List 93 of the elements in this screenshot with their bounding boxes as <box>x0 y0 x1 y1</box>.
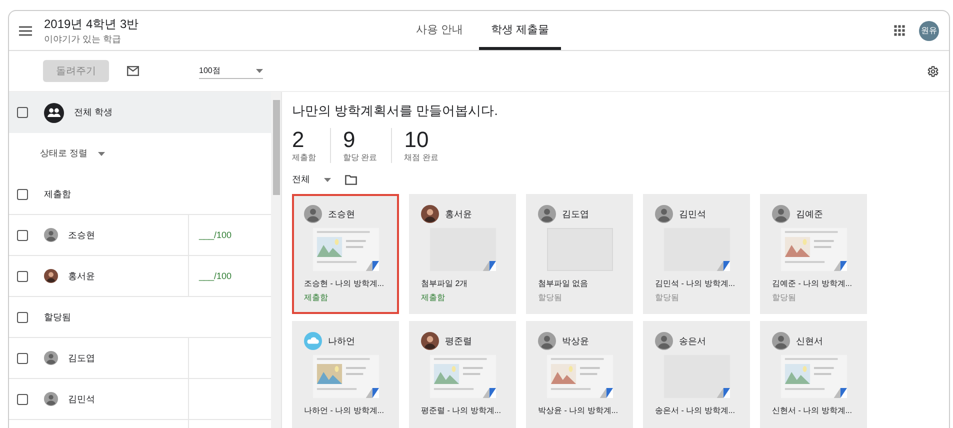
student-name: 조승현 <box>328 208 355 220</box>
apps-icon[interactable] <box>894 25 905 36</box>
avatar-icon <box>655 205 673 223</box>
submission-card[interactable]: 김예준 김예준 - 나의 방학계... 할당됨 <box>760 194 867 314</box>
submission-card[interactable]: 홍서윤 첨부파일 2개 제출함 <box>409 194 516 314</box>
student-name: 김예준 <box>796 208 823 220</box>
file-thumbnail <box>664 228 730 271</box>
caret-icon[interactable] <box>324 178 331 182</box>
avatar-icon <box>772 332 790 350</box>
folder-icon[interactable] <box>345 174 357 184</box>
caret-icon[interactable] <box>98 152 105 156</box>
submission-card[interactable]: 평준렬 평준렬 - 나의 방학계... <box>409 321 516 428</box>
checkbox[interactable] <box>17 107 28 118</box>
submission-card[interactable]: 송은서 송은서 - 나의 방학계... <box>643 321 750 428</box>
stat-value: 10 <box>404 128 430 152</box>
student-name: 조승현 <box>68 228 96 242</box>
class-name: 2019년 4학년 3반 <box>44 16 140 32</box>
attachment-caption: 박상윤 - 나의 방학계... <box>538 405 619 416</box>
status-label: 제출함 <box>421 292 446 303</box>
menu-icon[interactable] <box>19 26 32 36</box>
checkbox[interactable] <box>17 394 28 404</box>
settings-icon[interactable] <box>926 64 939 78</box>
attachment-caption: 나하언 - 나의 방학계... <box>304 405 385 416</box>
attachment-caption: 김예준 - 나의 방학계... <box>772 278 853 289</box>
mail-icon[interactable] <box>127 66 139 76</box>
student-name: 홍서윤 <box>445 208 472 220</box>
scrollbar[interactable] <box>272 100 280 195</box>
student-name: 박상윤 <box>562 334 589 348</box>
status-label: 할당됨 <box>655 292 680 303</box>
attachment-caption: 송은서 - 나의 방학계... <box>655 405 736 416</box>
group-label: 제출함 <box>44 188 71 200</box>
avatar-icon <box>304 205 322 223</box>
avatar-icon <box>304 332 322 350</box>
submission-card[interactable]: 김민석 김민석 - 나의 방학계... 할당됨 <box>643 194 750 314</box>
points-dropdown[interactable]: 100점 <box>199 63 263 79</box>
account-avatar[interactable]: 원유 <box>919 20 939 40</box>
submission-card[interactable]: 조승현 조승현 - 나의 방학계... 제출함 <box>292 194 399 314</box>
sort-dropdown[interactable]: 상태로 정렬 <box>40 147 88 160</box>
submission-card[interactable]: 박상윤 박상윤 - 나의 방학계... <box>526 321 633 428</box>
avatar-icon <box>538 332 556 350</box>
avatar-icon <box>538 205 556 223</box>
attachment-caption: 평준렬 - 나의 방학계... <box>421 405 502 416</box>
attachment-caption: 신현서 - 나의 방학계... <box>772 405 853 416</box>
avatar-icon <box>44 266 58 286</box>
avatar-icon <box>655 332 673 350</box>
student-name: 신현서 <box>796 334 823 348</box>
status-label: 할당됨 <box>772 292 797 303</box>
stat-label: 채점 완료 <box>404 152 438 163</box>
file-thumbnail <box>430 228 496 271</box>
attachment-caption: 김민석 - 나의 방학계... <box>655 278 736 289</box>
avatar-icon <box>421 205 439 223</box>
assignment-title: 나만의 방학계획서를 만들어봅시다. <box>292 102 499 120</box>
checkbox[interactable] <box>17 270 28 282</box>
attachment-caption: 조승현 - 나의 방학계... <box>304 278 385 289</box>
avatar-icon <box>44 389 58 409</box>
avatar-icon <box>44 225 58 245</box>
stat-value: 9 <box>343 128 356 152</box>
caret-icon[interactable] <box>256 68 263 72</box>
student-name: 김민석 <box>679 208 706 220</box>
student-name: 평준렬 <box>445 334 472 348</box>
student-name: 송은서 <box>679 334 706 348</box>
checkbox[interactable] <box>17 312 28 322</box>
avatar-icon <box>772 205 790 223</box>
stat-label: 제출함 <box>292 152 316 163</box>
checkbox[interactable] <box>17 188 28 200</box>
status-label: 할당됨 <box>538 292 563 303</box>
attachment-caption: 첨부파일 2개 <box>421 278 469 289</box>
avatar-icon <box>421 332 439 350</box>
filter-dropdown[interactable]: 전체 <box>292 173 310 186</box>
score-field[interactable]: ___/100 <box>189 230 232 240</box>
stat-label: 할당 완료 <box>343 152 378 163</box>
submission-card[interactable]: 나하언 나하언 - 나의 방학계... <box>292 321 399 428</box>
stat-value: 2 <box>292 128 306 152</box>
score-field[interactable]: ___/100 <box>189 271 232 281</box>
checkbox[interactable] <box>17 352 28 364</box>
submission-card[interactable]: 신현서 신현서 - 나의 방학계... <box>760 321 867 428</box>
all-students-label: 전체 학생 <box>74 106 114 119</box>
tab[interactable]: 학생 제출물 <box>479 11 562 50</box>
student-name: 김민석 <box>68 392 96 406</box>
class-subtitle: 이야기가 있는 학급 <box>44 32 122 46</box>
checkbox[interactable] <box>17 230 28 240</box>
student-name: 홍서윤 <box>68 270 96 282</box>
avatar-icon <box>44 348 58 368</box>
attachment-caption: 첨부파일 없음 <box>538 278 590 289</box>
student-name: 김도엽 <box>562 208 589 220</box>
student-name: 김도엽 <box>68 352 96 364</box>
group-icon <box>44 102 64 122</box>
group-label: 할당됨 <box>44 310 71 324</box>
file-thumbnail <box>664 355 730 398</box>
tab[interactable]: 사용 안내 <box>404 11 476 50</box>
submission-card[interactable]: 김도엽 첨부파일 없음 할당됨 <box>526 194 633 314</box>
status-label: 제출함 <box>304 292 329 303</box>
student-name: 나하언 <box>328 334 355 348</box>
